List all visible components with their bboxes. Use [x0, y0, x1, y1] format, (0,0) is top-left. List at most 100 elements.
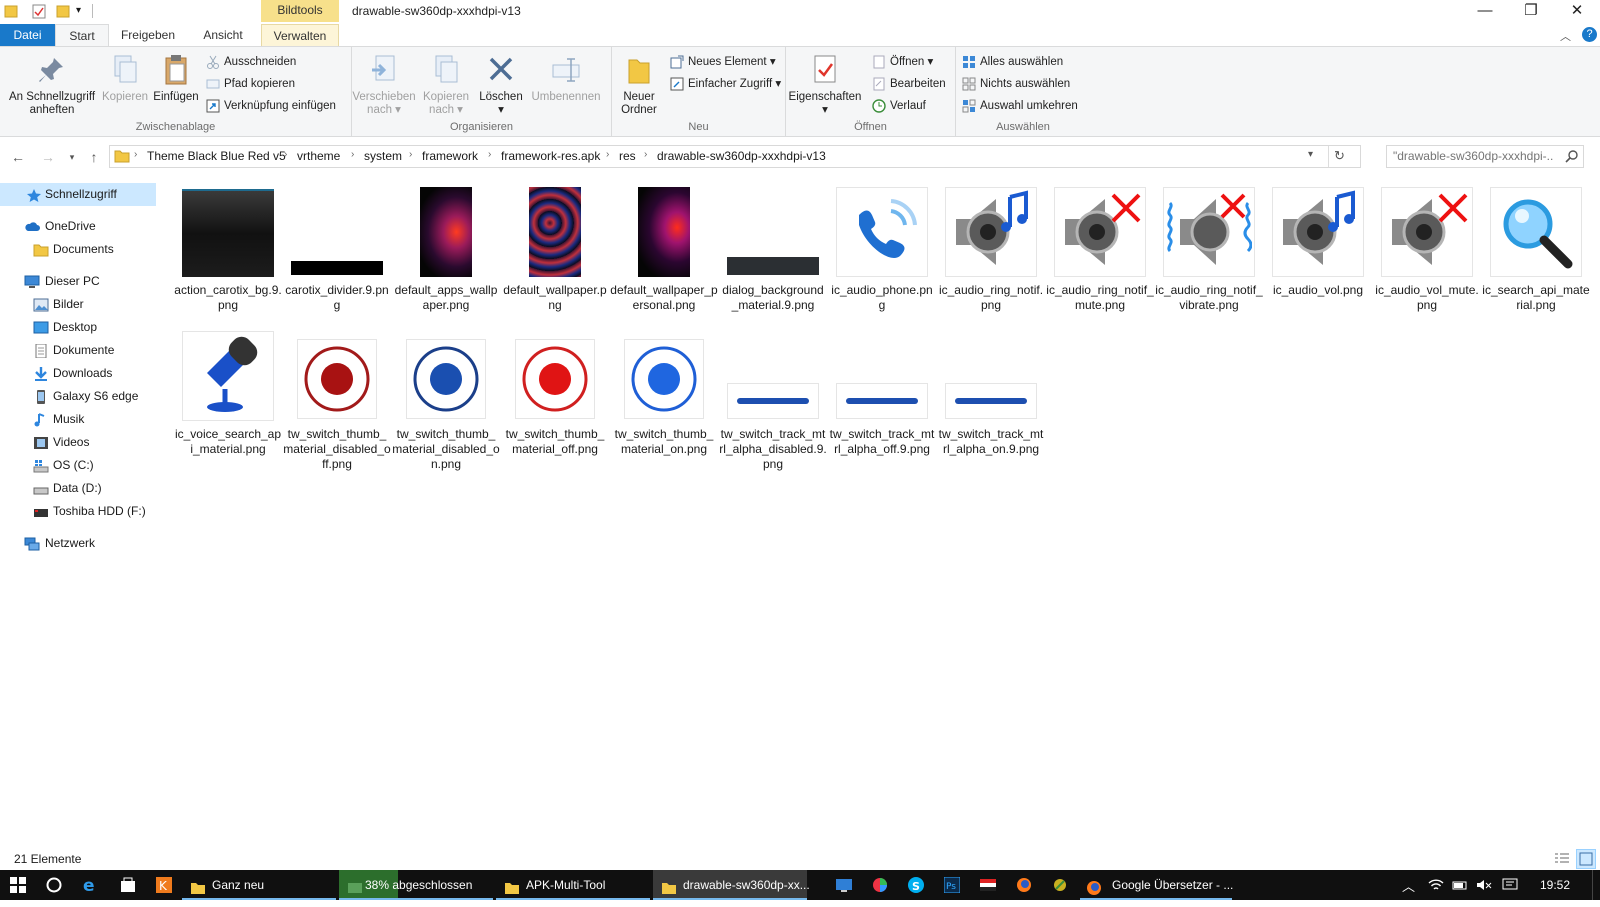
- breadcrumb-item[interactable]: vrtheme: [297, 149, 340, 163]
- store-icon[interactable]: [120, 877, 136, 893]
- file-item[interactable]: ic_audio_ring_notif.png: [937, 185, 1043, 325]
- file-item[interactable]: tw_switch_track_mtrl_alpha_off.9.png: [828, 329, 934, 469]
- breadcrumb-item[interactable]: framework-res.apk: [501, 149, 600, 163]
- nav-item-desktop[interactable]: Desktop: [0, 316, 156, 339]
- copy-to-button[interactable]: Kopieren nach ▾: [418, 51, 474, 117]
- new-folder-quick-icon[interactable]: [56, 3, 70, 19]
- new-item-button[interactable]: Neues Element ▾: [670, 52, 776, 72]
- file-item[interactable]: ic_search_api_material.png: [1482, 185, 1590, 325]
- address-bar[interactable]: › Theme Black Blue Red v5 › vrtheme › sy…: [109, 145, 1361, 168]
- file-item[interactable]: carotix_divider.9.png: [283, 185, 389, 325]
- refresh-icon[interactable]: ↻: [1334, 148, 1345, 164]
- nav-item-galaxy-s6[interactable]: Galaxy S6 edge: [0, 385, 156, 408]
- app-monitor-icon[interactable]: [836, 877, 852, 893]
- address-dropdown-icon[interactable]: ▾: [1308, 149, 1313, 160]
- nav-item-documents[interactable]: Documents: [0, 238, 156, 261]
- breadcrumb-item[interactable]: system: [364, 149, 402, 163]
- nav-item-downloads[interactable]: Downloads: [0, 362, 156, 385]
- nav-item-pictures[interactable]: Bilder: [0, 293, 156, 316]
- nav-item-this-pc[interactable]: Dieser PC: [0, 270, 156, 293]
- nav-item-dokumente[interactable]: Dokumente: [0, 339, 156, 362]
- help-icon[interactable]: ?: [1582, 27, 1597, 42]
- maximize-button[interactable]: ❐: [1508, 0, 1554, 22]
- nav-item-drive-d[interactable]: Data (D:): [0, 477, 156, 500]
- file-item[interactable]: default_wallpaper_personal.png: [610, 185, 718, 325]
- file-item[interactable]: action_carotix_bg.9.png: [174, 185, 282, 325]
- app-k-icon[interactable]: K: [156, 877, 172, 893]
- up-arrow-icon[interactable]: ↑: [86, 149, 102, 165]
- taskbar-item-ganz-neu[interactable]: Ganz neu: [182, 870, 336, 900]
- easy-access-button[interactable]: Einfacher Zugriff ▾: [670, 74, 781, 94]
- collapse-ribbon-icon[interactable]: ︿: [1560, 28, 1571, 44]
- tab-start[interactable]: Start: [55, 24, 109, 46]
- file-item[interactable]: ic_audio_phone.png: [828, 185, 933, 325]
- speaker-muted-icon[interactable]: [1476, 877, 1492, 893]
- copy-button[interactable]: Kopieren: [100, 51, 150, 104]
- photoshop-icon[interactable]: Ps: [943, 876, 961, 894]
- file-item[interactable]: ic_audio_vol_mute.png: [1373, 185, 1479, 325]
- file-item[interactable]: ic_voice_search_api_material.png: [174, 329, 281, 469]
- battery-icon[interactable]: [1452, 877, 1468, 893]
- file-item[interactable]: tw_switch_thumb_material_disabled_on.png: [392, 329, 500, 471]
- pin-quick-access-button[interactable]: An Schnellzugriff anheften: [4, 51, 100, 117]
- file-item[interactable]: tw_switch_thumb_material_disabled_off.pn…: [283, 329, 391, 471]
- select-all-button[interactable]: Alles auswählen: [962, 52, 1063, 72]
- show-hidden-icons-icon[interactable]: ︿: [1402, 876, 1415, 895]
- edge-browser-icon[interactable]: e: [82, 876, 98, 896]
- rename-button[interactable]: Umbenennen: [528, 51, 604, 104]
- history-button[interactable]: Verlauf: [872, 96, 926, 116]
- file-item[interactable]: tw_switch_track_mtrl_alpha_disabled.9.pn…: [719, 329, 827, 471]
- windows-start-icon[interactable]: [10, 877, 26, 893]
- taskbar-item-drawable[interactable]: drawable-sw360dp-xx...: [653, 870, 810, 900]
- properties-quick-icon[interactable]: [32, 3, 46, 19]
- file-item[interactable]: tw_switch_thumb_material_on.png: [610, 329, 714, 469]
- nav-item-network[interactable]: Netzwerk: [0, 532, 156, 555]
- paste-shortcut-button[interactable]: Verknüpfung einfügen: [206, 96, 336, 116]
- recent-locations-icon[interactable]: ▾: [64, 149, 80, 165]
- file-item[interactable]: default_wallpaper.png: [501, 185, 607, 325]
- skype-icon[interactable]: S: [908, 877, 924, 893]
- select-none-button[interactable]: Nichts auswählen: [962, 74, 1070, 94]
- tab-datei[interactable]: Datei: [0, 24, 55, 46]
- quick-access-dropdown-icon[interactable]: ▾: [76, 3, 90, 19]
- file-item[interactable]: tw_switch_thumb_material_off.png: [501, 329, 605, 469]
- close-button[interactable]: ✕: [1554, 0, 1600, 22]
- app-color-wheel-icon[interactable]: [872, 877, 888, 893]
- nav-item-videos[interactable]: Videos: [0, 431, 156, 454]
- delete-button[interactable]: Löschen ▾: [476, 51, 526, 117]
- wifi-icon[interactable]: [1428, 877, 1444, 893]
- file-item[interactable]: ic_audio_ring_notif_vibrate.png: [1155, 185, 1263, 325]
- taskbar-item-apk-multi-tool[interactable]: APK-Multi-Tool: [496, 870, 650, 900]
- properties-button[interactable]: Eigenschaften ▾: [788, 51, 862, 117]
- nav-item-drive-c[interactable]: OS (C:): [0, 454, 156, 477]
- nav-item-music[interactable]: Musik: [0, 408, 156, 431]
- file-item[interactable]: default_apps_wallpaper.png: [392, 185, 497, 325]
- breadcrumb-item[interactable]: drawable-sw360dp-xxxhdpi-v13: [657, 149, 826, 163]
- move-to-button[interactable]: Verschieben nach ▾: [352, 51, 416, 117]
- paste-button[interactable]: Einfügen: [150, 51, 202, 104]
- invert-selection-button[interactable]: Auswahl umkehren: [962, 96, 1078, 116]
- firefox-icon[interactable]: [1016, 877, 1032, 893]
- edit-button[interactable]: Bearbeiten: [872, 74, 946, 94]
- file-item[interactable]: ic_audio_vol.png: [1264, 185, 1368, 325]
- tab-verwalten[interactable]: Verwalten: [261, 24, 339, 46]
- large-icons-view-icon[interactable]: [1576, 849, 1596, 869]
- forward-arrow-icon[interactable]: →: [40, 149, 56, 165]
- file-item[interactable]: dialog_background_material.9.png: [719, 185, 824, 325]
- cut-button[interactable]: Ausschneiden: [206, 52, 296, 72]
- cortana-icon[interactable]: [46, 877, 62, 893]
- nav-item-quick-access[interactable]: Schnellzugriff: [0, 183, 156, 206]
- breadcrumb-item[interactable]: Theme Black Blue Red v5: [147, 149, 286, 163]
- open-button[interactable]: Öffnen ▾: [872, 52, 933, 72]
- search-icon[interactable]: [1565, 149, 1579, 163]
- minimize-button[interactable]: —: [1462, 0, 1508, 22]
- new-folder-button[interactable]: Neuer Ordner: [614, 51, 664, 117]
- search-input[interactable]: [1393, 149, 1553, 163]
- app-flag-icon[interactable]: [980, 877, 996, 893]
- show-desktop-button[interactable]: [1592, 870, 1600, 900]
- taskbar-item-progress[interactable]: 38% abgeschlossen: [339, 870, 493, 900]
- file-item[interactable]: tw_switch_track_mtrl_alpha_on.9.png: [937, 329, 1043, 469]
- tab-freigeben[interactable]: Freigeben: [112, 24, 184, 46]
- nav-item-drive-f[interactable]: Toshiba HDD (F:): [0, 500, 156, 523]
- taskbar-item-google-translate[interactable]: Google Übersetzer - ...: [1080, 870, 1233, 900]
